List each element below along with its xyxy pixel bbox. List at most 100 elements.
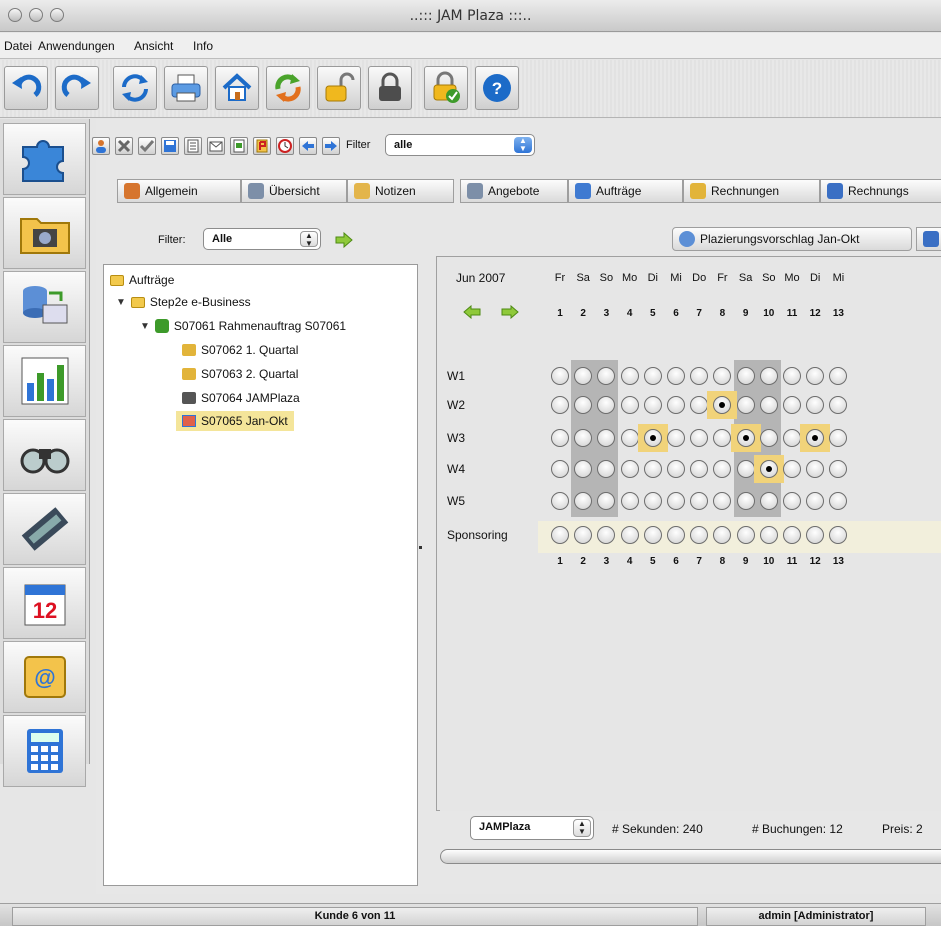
slot-radio[interactable] <box>667 396 685 414</box>
slot-radio[interactable] <box>643 526 662 544</box>
slot-radio[interactable] <box>667 429 685 447</box>
menu-ansicht[interactable]: Ansicht <box>134 39 173 53</box>
person-button[interactable] <box>92 137 110 155</box>
slot-radio[interactable] <box>783 429 801 447</box>
arrow-right-button[interactable] <box>322 137 340 155</box>
document-button[interactable] <box>184 137 202 155</box>
split-handle[interactable] <box>419 546 422 549</box>
lock-button[interactable] <box>368 66 412 110</box>
slot-radio[interactable] <box>759 526 778 544</box>
slot-radio[interactable] <box>620 396 639 414</box>
slot-radio[interactable] <box>783 367 801 385</box>
sidebar-item-database[interactable] <box>3 271 86 343</box>
slot-radio[interactable] <box>551 367 569 385</box>
sidebar-item-binoculars[interactable] <box>3 419 86 491</box>
slot-radio[interactable] <box>551 492 569 510</box>
tree-node[interactable]: ▼ S07061 Rahmenauftrag S07061 <box>140 319 346 333</box>
print-button[interactable] <box>164 66 208 110</box>
unlock-button[interactable] <box>317 66 361 110</box>
tab-angebote[interactable]: Angebote <box>460 179 568 203</box>
tab-placement-proposal[interactable]: Plazierungsvorschlag Jan-Okt <box>672 227 912 251</box>
slot-radio[interactable] <box>759 396 778 414</box>
sidebar-item-media[interactable] <box>3 197 86 269</box>
slot-radio[interactable] <box>551 429 569 447</box>
clock-button[interactable] <box>276 137 294 155</box>
menu-info[interactable]: Info <box>193 39 213 53</box>
slot-radio[interactable] <box>759 367 778 385</box>
slot-radio[interactable] <box>643 492 662 510</box>
tab-rechnungs[interactable]: Rechnungs <box>820 179 941 203</box>
tree-filter-select[interactable]: Alle ▲ ▼ <box>203 228 321 250</box>
slot-radio-selected[interactable] <box>759 460 778 478</box>
arrow-left-button[interactable] <box>299 137 317 155</box>
menu-datei[interactable]: Datei <box>4 39 32 53</box>
slot-radio-selected[interactable] <box>643 429 662 447</box>
undo-button[interactable] <box>4 66 48 110</box>
note-button[interactable] <box>230 137 248 155</box>
sync-button[interactable] <box>266 66 310 110</box>
slot-radio[interactable] <box>620 429 639 447</box>
sidebar-item-calendar[interactable]: 12 <box>3 567 86 639</box>
slot-radio[interactable] <box>620 492 639 510</box>
slot-radio[interactable] <box>551 460 569 478</box>
slot-radio[interactable] <box>759 492 778 510</box>
slot-radio[interactable] <box>667 367 685 385</box>
slot-radio[interactable] <box>667 526 685 544</box>
next-month-arrow-icon[interactable] <box>500 305 520 319</box>
sidebar-item-chart[interactable] <box>3 345 86 417</box>
check-button[interactable] <box>138 137 156 155</box>
tree-node[interactable]: ▼ Step2e e-Business <box>116 295 251 309</box>
location-select[interactable]: JAMPlaza ▲ ▼ <box>470 816 594 840</box>
disclosure-triangle-icon[interactable]: ▼ <box>140 321 150 332</box>
slot-radio[interactable] <box>759 429 778 447</box>
slot-radio[interactable] <box>736 396 755 414</box>
tab-allgemein[interactable]: Allgemein <box>117 179 241 203</box>
save-button[interactable] <box>161 137 179 155</box>
slot-radio[interactable] <box>736 492 755 510</box>
tab-notizen[interactable]: Notizen <box>347 179 454 203</box>
slot-radio[interactable] <box>783 460 801 478</box>
tab-auftraege[interactable]: Aufträge <box>568 179 683 203</box>
mail-button[interactable] <box>207 137 225 155</box>
sidebar-item-calculator[interactable] <box>3 715 86 787</box>
sidebar-item-puzzle[interactable] <box>3 123 86 195</box>
sidebar-item-film[interactable] <box>3 493 86 565</box>
slot-radio[interactable] <box>783 492 801 510</box>
slot-radio-selected[interactable] <box>736 429 755 447</box>
delete-button[interactable] <box>115 137 133 155</box>
tree-node[interactable]: S07063 2. Quartal <box>182 367 298 381</box>
slot-radio[interactable] <box>736 367 755 385</box>
slot-radio[interactable] <box>667 492 685 510</box>
slot-radio[interactable] <box>620 526 639 544</box>
slot-radio[interactable] <box>551 526 569 544</box>
slot-radio[interactable] <box>620 367 639 385</box>
tab-next[interactable] <box>916 227 941 251</box>
tree-root[interactable]: Aufträge <box>110 273 174 287</box>
tree-node[interactable]: S07064 JAMPlaza <box>182 391 300 405</box>
tree-node-selected[interactable]: S07065 Jan-Okt <box>176 411 294 431</box>
slot-radio[interactable] <box>736 460 755 478</box>
slot-radio[interactable] <box>643 460 662 478</box>
home-button[interactable] <box>215 66 259 110</box>
horizontal-scrollbar[interactable] <box>440 849 941 864</box>
prev-month-arrow-icon[interactable] <box>462 305 482 319</box>
tab-uebersicht[interactable]: Übersicht <box>241 179 347 203</box>
sidebar-item-address-book[interactable]: @ <box>3 641 86 713</box>
redo-button[interactable] <box>55 66 99 110</box>
refresh-button[interactable] <box>113 66 157 110</box>
slot-radio[interactable] <box>667 460 685 478</box>
slot-radio[interactable] <box>783 526 801 544</box>
tab-rechnungen[interactable]: Rechnungen <box>683 179 820 203</box>
slot-radio[interactable] <box>551 396 569 414</box>
slot-radio[interactable] <box>643 396 662 414</box>
filter-select[interactable]: alle ▲ ▼ <box>385 134 535 156</box>
help-button[interactable]: ? <box>475 66 519 110</box>
menu-anwendungen[interactable]: Anwendungen <box>38 39 115 53</box>
lock-check-button[interactable] <box>424 66 468 110</box>
apply-filter-arrow-icon[interactable] <box>334 232 354 248</box>
disclosure-triangle-icon[interactable]: ▼ <box>116 297 126 308</box>
slot-radio[interactable] <box>620 460 639 478</box>
flag-button[interactable] <box>253 137 271 155</box>
slot-radio[interactable] <box>643 367 662 385</box>
slot-radio[interactable] <box>783 396 801 414</box>
